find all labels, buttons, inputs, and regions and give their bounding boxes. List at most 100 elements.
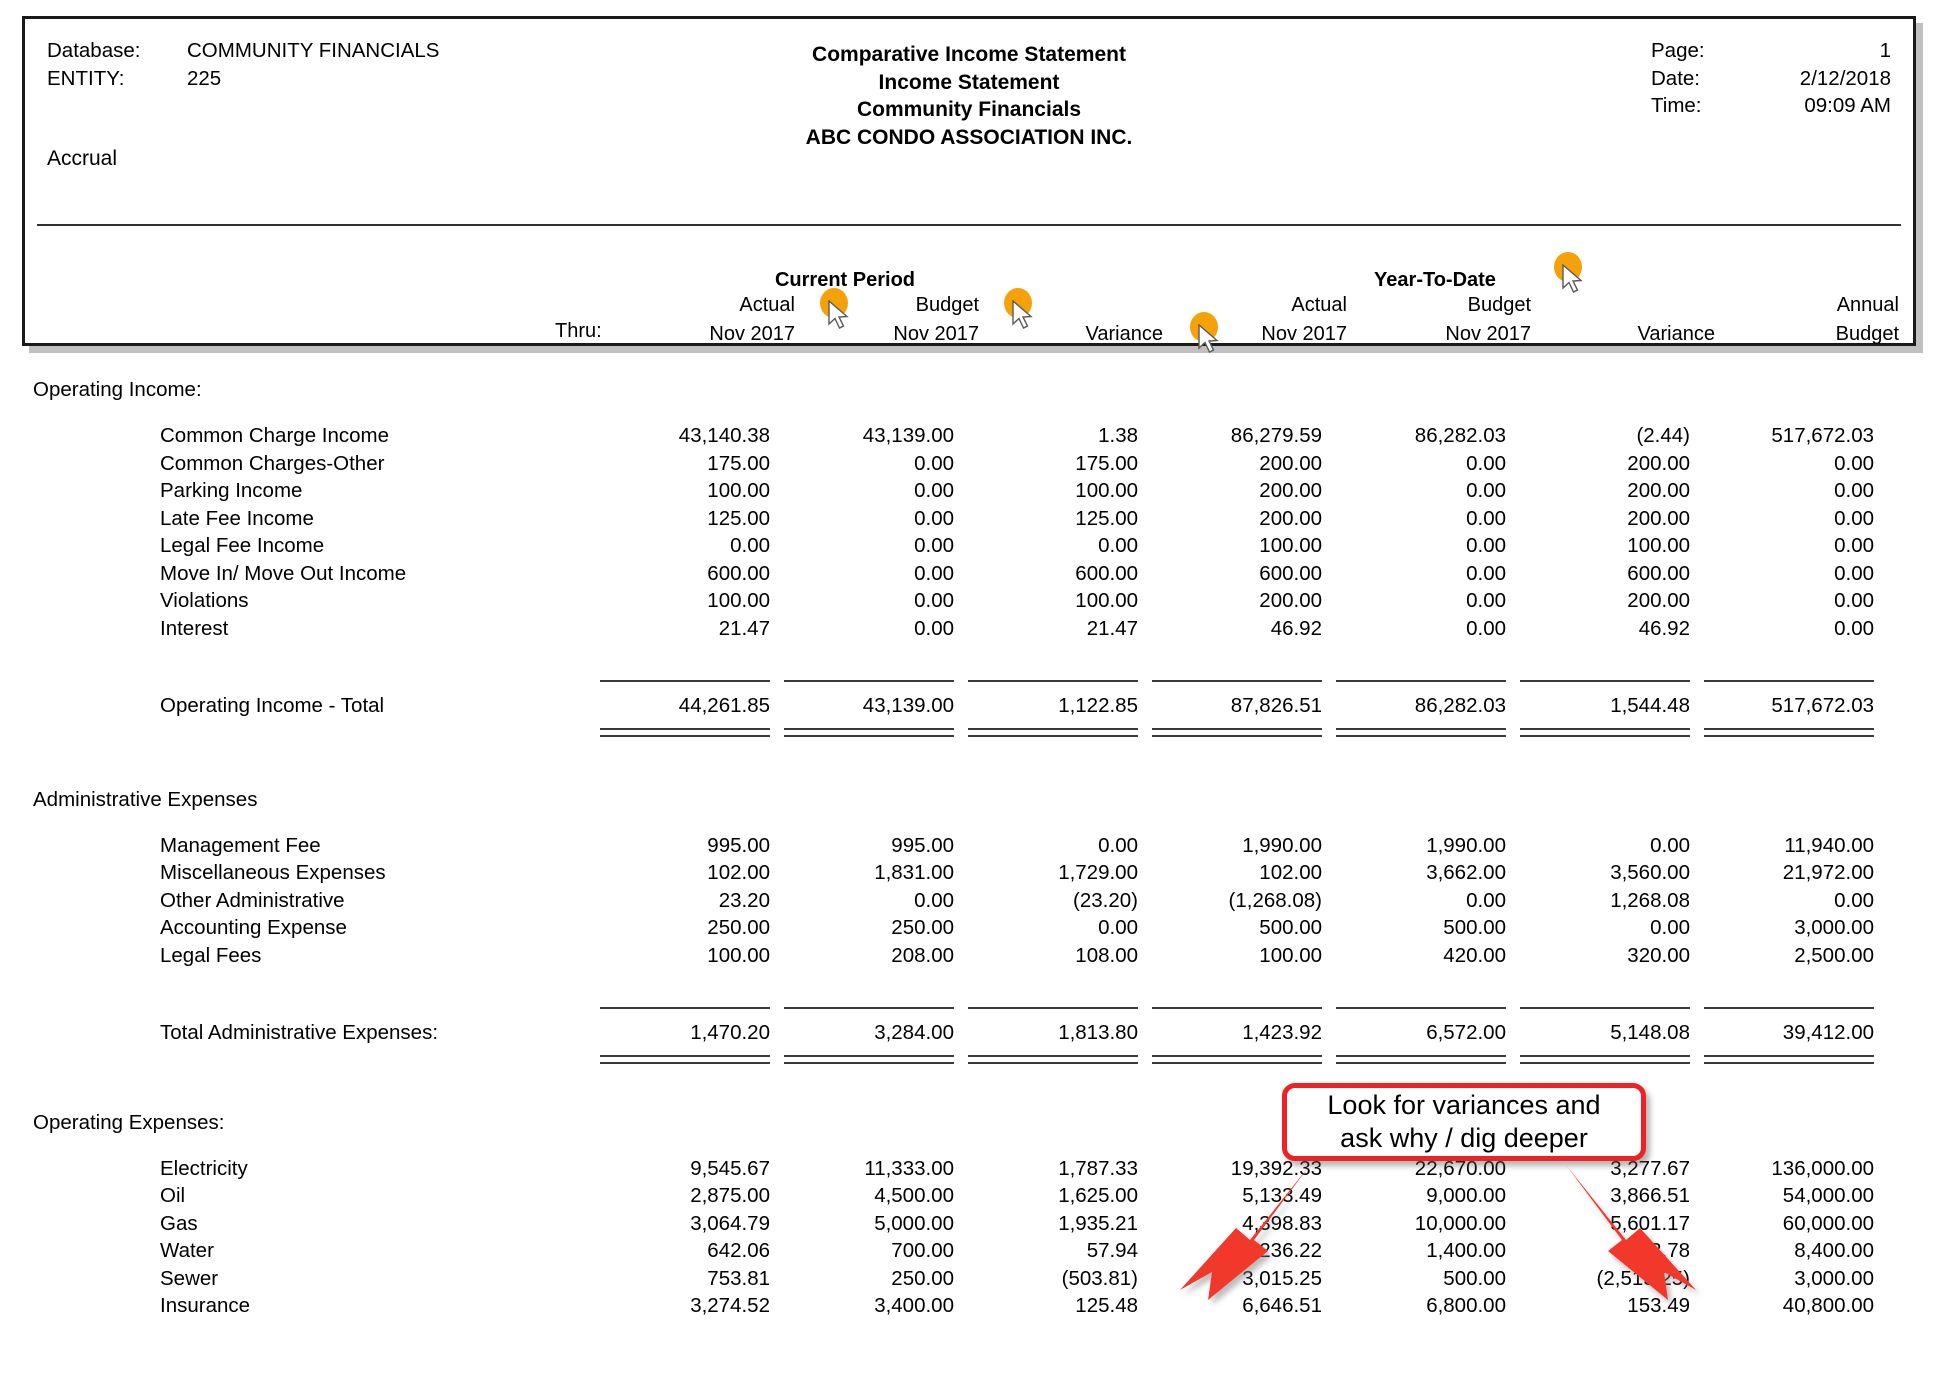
column-header-annual-budget-line1: Annual	[1836, 294, 1899, 316]
cell-cp-actual: 21.47	[718, 616, 770, 640]
header-meta-right: Page: 1 Date: 2/12/2018 Time: 09:09 AM	[1651, 37, 1891, 120]
column-header-annual-budget-line2: Budget	[1835, 323, 1899, 345]
row-label: Sewer	[160, 1266, 219, 1290]
row-label: Water	[160, 1239, 214, 1262]
row-label: Violations	[160, 589, 249, 612]
cell-cp-budget: 3,400.00	[874, 1294, 954, 1317]
administrative-expenses-total-row: Total Administrative Expenses: 1,470.20 3,…	[0, 1021, 1950, 1049]
cell-cp-variance: (503.81)	[1061, 1266, 1138, 1290]
cell-ytd-actual: 500.00	[1259, 916, 1322, 939]
cell-ytd-actual: 46.92	[1270, 616, 1322, 640]
table-row: Sewer 753.81 250.00 (503.81) 3,015.25 500.00 (…	[0, 1267, 1950, 1295]
column-header-ytd-variance-label: Variance	[1637, 323, 1715, 345]
cell-cp-budget: 4,500.00	[874, 1184, 954, 1207]
cell-ytd-budget: 86,282.03	[1414, 424, 1506, 447]
rule-cp-variance	[968, 727, 1138, 737]
ytd-group-marker[interactable]	[1552, 252, 1596, 296]
rule-annual-budget	[1704, 727, 1874, 737]
cell-cp-variance: 0.00	[1098, 534, 1138, 557]
row-label: Late Fee Income	[160, 506, 314, 530]
cell-cp-variance: 1,935.21	[1058, 1211, 1138, 1235]
annotation-line-1: Look for variances and	[1327, 1090, 1601, 1120]
row-label: Legal Fees	[160, 943, 262, 967]
cell-cp-actual: 175.00	[707, 451, 770, 475]
cell-cp-variance: 0.00	[1098, 916, 1138, 939]
cell-annual-budget: 11,940.00	[1784, 833, 1874, 857]
column-header-ytd-budget-line1: Budget	[1467, 294, 1531, 316]
header-divider-rule	[37, 224, 1901, 226]
administrative-expenses-rows: Management Fee 995.00 995.00 0.00 1,990.00 1,…	[0, 834, 1950, 972]
page-label: Page:	[1651, 39, 1705, 62]
cell-ytd-variance: 0.00	[1650, 833, 1690, 857]
cell-ytd-budget: 1,990.00	[1426, 833, 1506, 857]
time-label: Time:	[1651, 94, 1702, 117]
rule-cp-budget	[784, 1007, 954, 1009]
table-row: Gas 3,064.79 5,000.00 1,935.21 4,398.83 10,00…	[0, 1212, 1950, 1240]
cell-ytd-actual: 1,236.22	[1242, 1239, 1322, 1262]
cell-cp-actual: 3,274.52	[690, 1294, 770, 1317]
column-header-cp-actual-line1: Actual	[739, 294, 795, 316]
cp-actual-marker[interactable]	[818, 288, 862, 332]
table-row: Legal Fee Income 0.00 0.00 0.00 100.00 0.00 10…	[0, 534, 1950, 562]
rule-annual-budget	[1704, 680, 1874, 682]
rule-cp-budget	[784, 1054, 954, 1064]
table-row: Management Fee 995.00 995.00 0.00 1,990.00 1,…	[0, 834, 1950, 862]
table-row: Common Charges-Other 175.00 0.00 175.00 200.…	[0, 452, 1950, 480]
cell-ytd-actual: 200.00	[1259, 506, 1322, 530]
cell-cp-actual: 44,261.85	[678, 694, 770, 717]
cell-ytd-variance: 163.78	[1627, 1239, 1690, 1262]
rule-annual-budget	[1704, 1007, 1874, 1009]
cell-cp-variance: 125.00	[1075, 506, 1138, 530]
row-label: Accounting Expense	[160, 916, 347, 939]
cell-ytd-variance: 5,601.17	[1610, 1211, 1690, 1235]
cell-annual-budget: 8,400.00	[1794, 1239, 1874, 1262]
cell-annual-budget: 0.00	[1834, 451, 1874, 475]
row-label: Electricity	[160, 1156, 248, 1180]
rule-cp-budget	[784, 680, 954, 682]
cp-budget-marker[interactable]	[1002, 288, 1046, 332]
cell-ytd-variance: 0.00	[1650, 916, 1690, 939]
date-value: 2/12/2018	[1799, 66, 1891, 90]
table-row: Accounting Expense 250.00 250.00 0.00 500.00…	[0, 916, 1950, 944]
cell-cp-actual: 0.00	[730, 534, 770, 557]
cell-ytd-variance: 1,544.48	[1610, 694, 1690, 717]
annotation-callout: Look for variances and ask why / dig dee…	[1282, 1083, 1646, 1161]
cell-cp-budget: 208.00	[891, 943, 954, 967]
table-row: Miscellaneous Expenses 102.00 1,831.00 1,72…	[0, 861, 1950, 889]
cell-ytd-budget: 9,000.00	[1426, 1184, 1506, 1207]
cell-ytd-variance: 200.00	[1627, 589, 1690, 612]
cell-cp-variance: 57.94	[1086, 1239, 1138, 1262]
cell-ytd-budget: 86,282.03	[1414, 694, 1506, 717]
cell-ytd-budget: 1,400.00	[1426, 1239, 1506, 1262]
cell-annual-budget: 517,672.03	[1771, 424, 1874, 447]
table-row: Common Charge Income 43,140.38 43,139.00 1.…	[0, 424, 1950, 452]
table-row: Interest 21.47 0.00 21.47 46.92 0.00 46.92 0.00	[0, 617, 1950, 645]
cell-ytd-actual: 200.00	[1259, 479, 1322, 502]
rule-ytd-actual	[1152, 680, 1322, 682]
column-header-cp-actual: Actual Nov 2017	[625, 291, 795, 349]
cell-cp-variance: (23.20)	[1073, 888, 1138, 912]
cell-cp-variance: 1,787.33	[1058, 1156, 1138, 1180]
cell-ytd-budget: 500.00	[1443, 916, 1506, 939]
date-row: Date: 2/12/2018	[1651, 65, 1891, 93]
cell-ytd-actual: 102.00	[1259, 861, 1322, 884]
cell-ytd-variance: 200.00	[1627, 479, 1690, 502]
time-value: 09:09 AM	[1804, 94, 1891, 117]
cp-variance-marker[interactable]	[1188, 312, 1232, 356]
cell-cp-variance: 108.00	[1075, 943, 1138, 967]
cell-cp-variance: 100.00	[1075, 589, 1138, 612]
cell-cp-actual: 23.20	[718, 888, 770, 912]
report-header-panel: Database: COMMUNITY FINANCIALS ENTITY: 2…	[22, 16, 1916, 346]
rule-ytd-actual	[1152, 727, 1322, 737]
cell-ytd-variance: 320.00	[1627, 943, 1690, 967]
rule-ytd-variance	[1520, 680, 1690, 682]
table-row: Oil 2,875.00 4,500.00 1,625.00 5,133.49 9,000…	[0, 1184, 1950, 1212]
cell-annual-budget: 39,412.00	[1782, 1021, 1874, 1044]
cell-cp-variance: 600.00	[1075, 561, 1138, 585]
cell-annual-budget: 136,000.00	[1771, 1156, 1874, 1180]
table-row: Other Administrative 23.20 0.00 (23.20) (1,2…	[0, 889, 1950, 917]
rule-cp-variance	[968, 680, 1138, 682]
cell-annual-budget: 0.00	[1834, 479, 1874, 502]
cell-ytd-budget: 0.00	[1466, 888, 1506, 912]
row-label: Legal Fee Income	[160, 534, 325, 557]
